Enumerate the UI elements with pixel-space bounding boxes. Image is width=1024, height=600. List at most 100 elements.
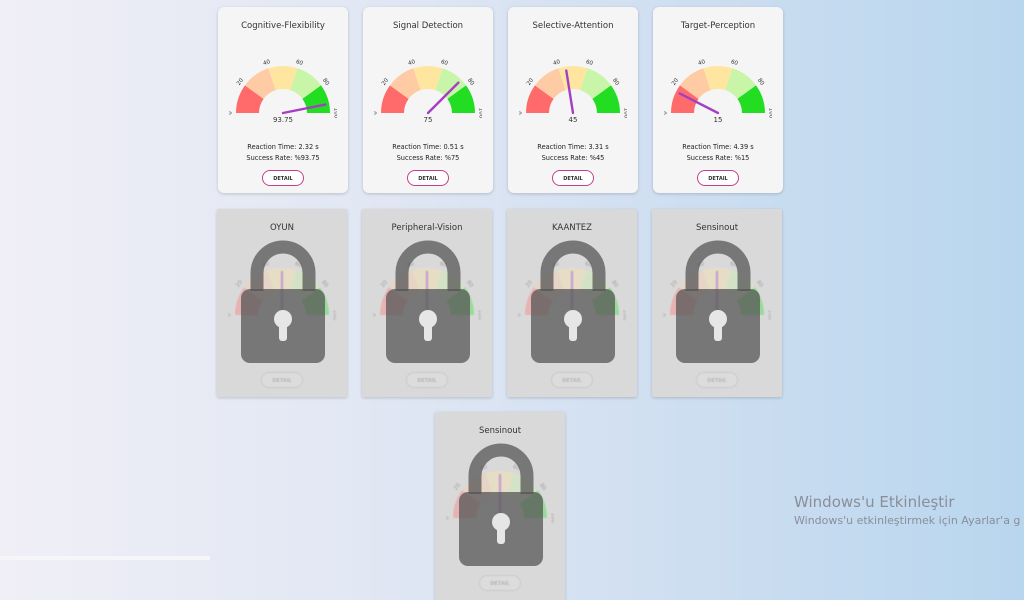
- lock-icon: [531, 240, 615, 363]
- gauge-tick-label: 20: [236, 77, 245, 87]
- lock-icon: [459, 443, 543, 566]
- gauge-tick-label: 60: [295, 59, 304, 67]
- card-stats: Reaction Time: 4.39 s Success Rate: %15: [653, 142, 783, 164]
- success-rate-text: Success Rate: %93.75: [246, 154, 320, 162]
- gauge-tick-label: 60: [440, 59, 449, 67]
- gauge-tick-label: 0: [229, 111, 234, 115]
- lock-keyhole-slot: [497, 526, 505, 544]
- locked-game-card: Sensinout020406080100DETAIL: [652, 209, 782, 397]
- gauge-tick-label: 100: [767, 310, 772, 321]
- score-gauge: 0 20 40 60 80 100 45: [519, 59, 628, 123]
- bottom-strip: [0, 556, 210, 560]
- gauge-tick-label: 100: [333, 108, 338, 119]
- detail-button: DETAIL: [406, 372, 448, 388]
- gauge-tick-label: 0: [663, 313, 668, 317]
- windows-activation-watermark: Windows'u Etkinleştir Windows'u etkinleş…: [794, 493, 1020, 527]
- lock-keyhole-slot: [279, 323, 287, 341]
- locked-game-card: OYUN020406080100DETAIL: [217, 209, 347, 397]
- card-title: Signal Detection: [392, 21, 464, 31]
- gauge-tick-label: 0: [228, 313, 233, 317]
- card-stats: Reaction Time: 3.31 s Success Rate: %45: [508, 142, 638, 164]
- lock-shackle: [250, 240, 316, 291]
- reaction-time-text: Reaction Time: 2.32 s: [247, 143, 319, 151]
- lock-keyhole-slot: [714, 323, 722, 341]
- gauge-tick-label: 100: [550, 513, 555, 524]
- lock-icon: [386, 240, 470, 363]
- lock-shackle: [540, 240, 606, 291]
- card-stats: Reaction Time: 2.32 s Success Rate: %93.7…: [218, 142, 348, 164]
- locked-game-card: Peripheral-Vision020406080100DETAIL: [362, 209, 492, 397]
- gauge-value: 45: [569, 116, 578, 123]
- gauge-tick-label: 80: [611, 78, 620, 88]
- gauge-tick-label: 40: [408, 59, 417, 67]
- gauge-tick-label: 100: [478, 108, 483, 119]
- gauge-tick-label: 0: [373, 313, 378, 317]
- success-rate-text: Success Rate: %15: [686, 154, 750, 162]
- lock-shackle: [685, 240, 751, 291]
- detail-button: DETAIL: [261, 372, 303, 388]
- detail-button[interactable]: DETAIL: [407, 170, 449, 186]
- card-title: Selective-Attention: [532, 21, 614, 31]
- gauge-value: 75: [424, 116, 433, 123]
- game-card: Target-Perception 0 20 40 60 80 100 15 Reaction …: [653, 7, 783, 193]
- gauge-tick-label: 100: [332, 310, 337, 321]
- gauge-tick-label: 80: [466, 78, 475, 88]
- lock-icon: [241, 240, 325, 363]
- gauge-tick-label: 100: [622, 310, 627, 321]
- locked-game-card: Sensinout020406080100DETAIL: [435, 412, 565, 600]
- detail-button: DETAIL: [696, 372, 738, 388]
- gauge-tick-label: 60: [585, 59, 594, 67]
- lock-icon: [676, 240, 760, 363]
- game-card: Selective-Attention 0 20 40 60 80 100 45 Reactio…: [508, 7, 638, 193]
- gauge-tick-label: 20: [671, 77, 680, 87]
- gauge-tick-label: 80: [756, 78, 765, 88]
- detail-button: DETAIL: [551, 372, 593, 388]
- card-stats: Reaction Time: 0.51 s Success Rate: %75: [363, 142, 493, 164]
- card-title: Cognitive-Flexibility: [241, 21, 325, 31]
- locked-game-card: KAANTEZ020406080100DETAIL: [507, 209, 637, 397]
- score-gauge: 0 20 40 60 80 100 15: [664, 59, 773, 123]
- score-gauge: 0 20 40 60 80 100 75: [374, 59, 483, 123]
- gauge-tick-label: 100: [623, 108, 628, 119]
- gauge-value: 15: [714, 116, 723, 123]
- reaction-time-text: Reaction Time: 0.51 s: [392, 143, 464, 151]
- watermark-subtitle: Windows'u etkinleştirmek için Ayarlar'a …: [794, 514, 1021, 527]
- lock-shackle: [468, 443, 534, 494]
- card-title: KAANTEZ: [551, 223, 593, 233]
- success-rate-text: Success Rate: %75: [396, 154, 460, 162]
- gauge-tick-label: 100: [768, 108, 773, 119]
- card-title: OYUN: [270, 223, 294, 233]
- detail-button[interactable]: DETAIL: [697, 170, 739, 186]
- detail-button[interactable]: DETAIL: [552, 170, 594, 186]
- card-title: Sensinout: [695, 223, 739, 233]
- card-title: Peripheral-Vision: [391, 223, 463, 233]
- card-title: Target-Perception: [680, 21, 756, 31]
- gauge-tick-label: 100: [477, 310, 482, 321]
- gauge-tick-label: 0: [446, 516, 451, 520]
- detail-button: DETAIL: [479, 575, 521, 591]
- gauge-tick-label: 0: [664, 111, 669, 115]
- gauge-tick-label: 60: [730, 59, 739, 67]
- gauge-tick-label: 40: [263, 59, 272, 67]
- gauge-tick-label: 20: [526, 77, 535, 87]
- gauge-tick-label: 0: [518, 313, 523, 317]
- gauge-value: 93.75: [273, 116, 293, 123]
- reaction-time-text: Reaction Time: 3.31 s: [537, 143, 609, 151]
- watermark-title: Windows'u Etkinleştir: [794, 493, 955, 511]
- lock-shackle: [395, 240, 461, 291]
- lock-keyhole-slot: [424, 323, 432, 341]
- gauge-tick-label: 0: [374, 111, 379, 115]
- game-card: Cognitive-Flexibility 0 20 40 60 80 100 93.75 Re…: [218, 7, 348, 193]
- gauge-tick-label: 20: [381, 77, 390, 87]
- card-title: Sensinout: [478, 426, 522, 436]
- game-card: Signal Detection 0 20 40 60 80 100 75 Reaction T…: [363, 7, 493, 193]
- gauge-tick-label: 40: [698, 59, 707, 67]
- success-rate-text: Success Rate: %45: [541, 154, 605, 162]
- score-gauge: 0 20 40 60 80 100 93.75: [229, 59, 338, 123]
- gauge-tick-label: 80: [321, 78, 330, 88]
- detail-button[interactable]: DETAIL: [262, 170, 304, 186]
- gauge-tick-label: 0: [519, 111, 524, 115]
- lock-keyhole-slot: [569, 323, 577, 341]
- gauge-tick-label: 40: [553, 59, 562, 67]
- reaction-time-text: Reaction Time: 4.39 s: [682, 143, 754, 151]
